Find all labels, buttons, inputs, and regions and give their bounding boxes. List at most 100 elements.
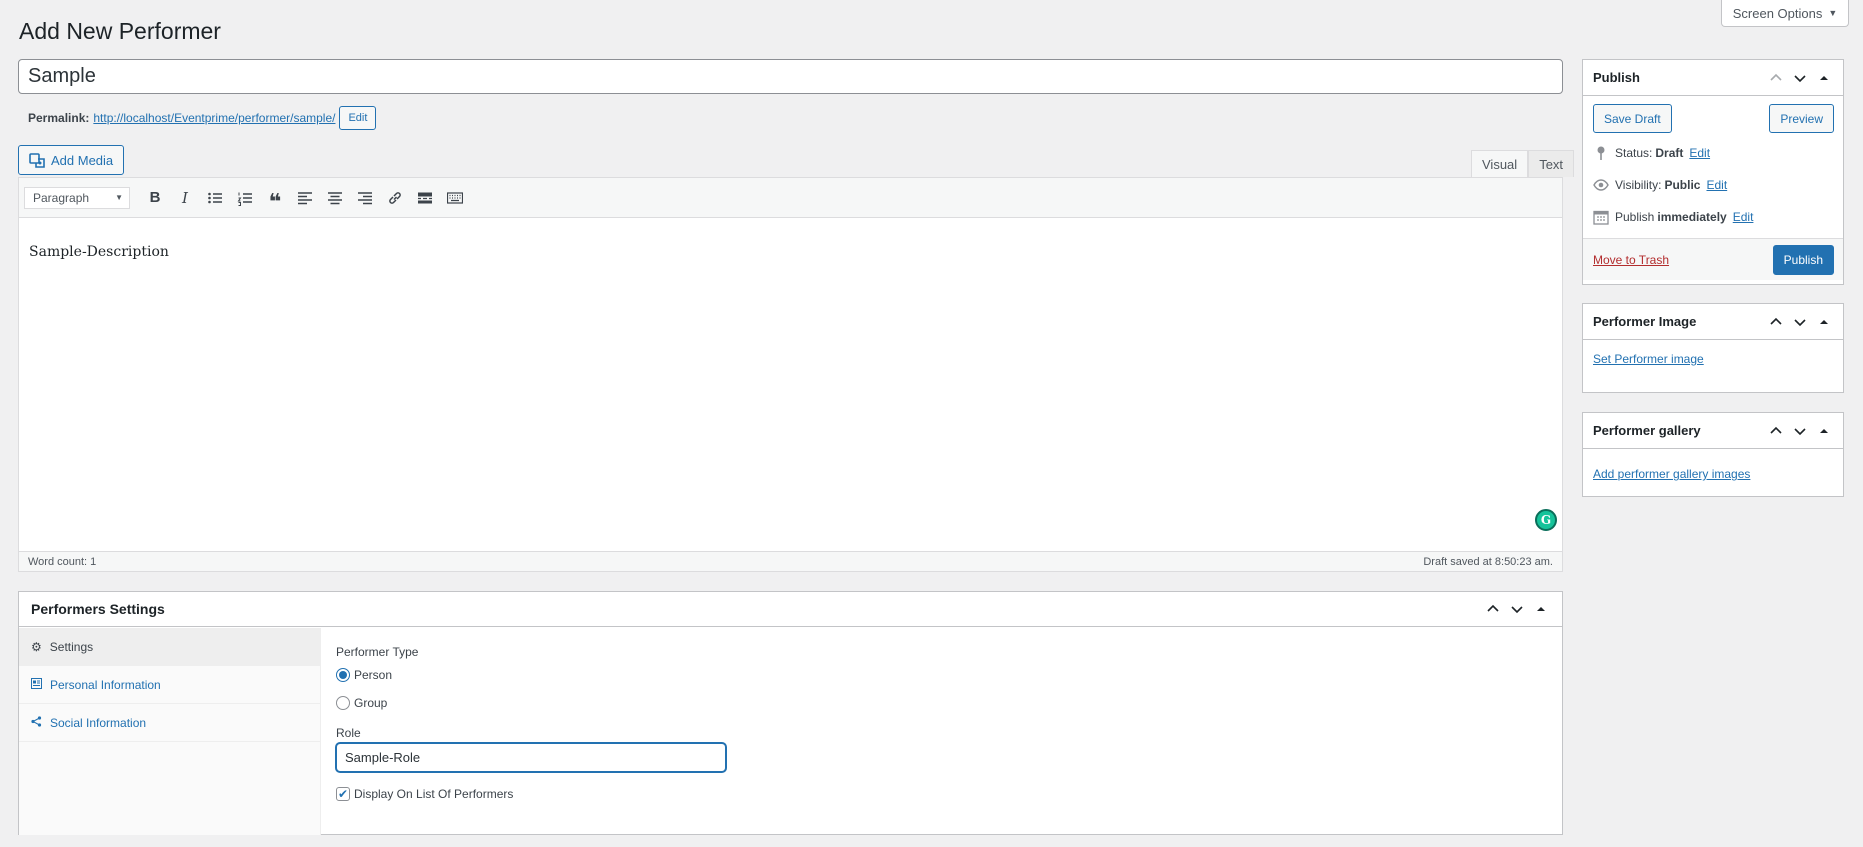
editor-toolbar: Paragraph ▼ B I ❝ (19, 178, 1562, 218)
blockquote-button[interactable]: ❝ (260, 183, 290, 213)
editor-body[interactable]: Sample-Description G (19, 218, 1562, 551)
add-gallery-images-link[interactable]: Add performer gallery images (1593, 467, 1750, 481)
collapse-toggle-icon[interactable] (1815, 425, 1833, 437)
visibility-label: Visibility: (1615, 178, 1662, 192)
display-on-list-row[interactable]: ✔ Display On List Of Performers (336, 787, 726, 801)
format-select-value: Paragraph (33, 190, 90, 205)
permalink-edit-button[interactable]: Edit (339, 106, 377, 130)
move-down-icon[interactable] (1791, 71, 1809, 85)
performer-gallery-header: Performer gallery (1583, 413, 1843, 449)
nav-settings[interactable]: ⚙ Settings (19, 628, 320, 666)
publish-box: Publish Save Draft Preview Status: Draft… (1582, 59, 1844, 285)
bulleted-list-button[interactable] (200, 183, 230, 213)
italic-icon: I (182, 188, 188, 207)
performers-settings-header: Performers Settings (19, 592, 1562, 627)
set-performer-image-link[interactable]: Set Performer image (1593, 352, 1704, 366)
type-option-person[interactable]: Person (336, 668, 726, 682)
keyboard-icon (447, 191, 463, 204)
publish-title: Publish (1593, 70, 1640, 85)
id-card-icon (31, 677, 42, 692)
align-left-icon (298, 191, 312, 204)
nav-personal-information[interactable]: Personal Information (19, 666, 320, 704)
read-more-button[interactable] (410, 183, 440, 213)
visibility-value: Public (1664, 178, 1701, 192)
bold-button[interactable]: B (140, 183, 170, 213)
align-right-button[interactable] (350, 183, 380, 213)
align-left-button[interactable] (290, 183, 320, 213)
group-radio-label: Group (354, 696, 388, 710)
move-down-icon[interactable] (1791, 315, 1809, 329)
media-icon (29, 153, 45, 168)
move-down-icon[interactable] (1791, 424, 1809, 438)
format-select[interactable]: Paragraph ▼ (24, 186, 130, 209)
align-center-button[interactable] (320, 183, 350, 213)
visibility-edit-link[interactable]: Edit (1706, 178, 1727, 192)
move-up-icon[interactable] (1767, 424, 1785, 438)
publish-header: Publish (1583, 60, 1843, 96)
performers-settings-nav: ⚙ Settings Personal Information Social I… (19, 628, 321, 835)
status-row: Status: Draft Edit (1583, 137, 1843, 169)
add-media-button[interactable]: Add Media (18, 145, 125, 175)
post-title-input[interactable] (18, 59, 1563, 94)
grammarly-icon[interactable]: G (1535, 509, 1557, 531)
nav-social-label: Social Information (50, 715, 147, 730)
type-option-group[interactable]: Group (336, 696, 726, 710)
publish-button[interactable]: Publish (1772, 244, 1834, 275)
publish-time-row: Publish immediately Edit (1583, 201, 1843, 233)
performer-gallery-box: Performer gallery Add performer gallery … (1582, 412, 1844, 497)
eye-icon (1593, 179, 1609, 191)
preview-button[interactable]: Preview (1769, 104, 1834, 133)
word-count: Word count: 1 (28, 555, 97, 568)
editor-content: Sample-Description (29, 244, 169, 260)
performers-settings-title: Performers Settings (31, 601, 165, 617)
move-up-icon[interactable] (1484, 602, 1502, 616)
move-up-icon[interactable] (1767, 315, 1785, 329)
publish-actions: Move to Trash Publish (1583, 238, 1843, 280)
permalink-link[interactable]: http://localhost/Eventprime/performer/sa… (93, 111, 335, 125)
nav-settings-label: Settings (49, 639, 94, 654)
role-input[interactable] (336, 743, 726, 772)
person-radio[interactable] (336, 668, 350, 682)
bold-icon: B (149, 189, 161, 206)
screen-options-button[interactable]: Screen Options ▼ (1721, 0, 1849, 27)
page-title: Add New Performer (19, 18, 221, 44)
caret-down-icon: ▼ (1828, 8, 1838, 18)
collapse-toggle-icon[interactable] (1815, 316, 1833, 328)
performer-settings-form: Performer Type Person Group Role ✔ Displ… (336, 628, 726, 801)
bulleted-list-icon (208, 192, 222, 203)
move-up-icon[interactable] (1767, 71, 1785, 85)
status-edit-link[interactable]: Edit (1689, 146, 1710, 160)
tab-visual[interactable]: Visual (1471, 150, 1529, 177)
gear-icon: ⚙ (31, 639, 42, 654)
performer-type-label: Performer Type (336, 645, 419, 659)
quote-icon: ❝ (268, 188, 282, 214)
numbered-list-icon (237, 192, 252, 206)
permalink-label: Permalink: (28, 111, 90, 125)
person-radio-label: Person (354, 668, 393, 682)
performers-settings-box: Performers Settings ⚙ Settings Personal … (18, 591, 1563, 835)
caret-down-icon: ▼ (115, 193, 123, 202)
editor-statusbar: Word count: 1 Draft saved at 8:50:23 am. (19, 551, 1562, 571)
insert-link-button[interactable] (380, 183, 410, 213)
move-to-trash-link[interactable]: Move to Trash (1593, 253, 1669, 267)
group-radio[interactable] (336, 696, 350, 710)
performer-image-box: Performer Image Set Performer image (1582, 303, 1844, 393)
performer-image-header: Performer Image (1583, 304, 1843, 340)
screen-options-label: Screen Options (1732, 5, 1823, 21)
toolbar-toggle-button[interactable] (440, 183, 470, 213)
move-down-icon[interactable] (1508, 602, 1526, 616)
publish-time-value: immediately (1657, 210, 1727, 224)
display-on-list-label: Display On List Of Performers (354, 787, 514, 801)
tab-text[interactable]: Text (1528, 150, 1575, 177)
read-more-icon (418, 192, 432, 203)
performer-gallery-title: Performer gallery (1593, 423, 1701, 438)
publish-time-edit-link[interactable]: Edit (1733, 210, 1754, 224)
publish-time-label: Publish (1615, 210, 1655, 224)
save-draft-button[interactable]: Save Draft (1593, 104, 1672, 133)
numbered-list-button[interactable] (230, 183, 260, 213)
collapse-toggle-icon[interactable] (1815, 72, 1833, 84)
collapse-toggle-icon[interactable] (1532, 603, 1550, 615)
display-on-list-checkbox[interactable]: ✔ (336, 787, 350, 801)
nav-social-information[interactable]: Social Information (19, 704, 320, 742)
italic-button[interactable]: I (170, 183, 200, 213)
